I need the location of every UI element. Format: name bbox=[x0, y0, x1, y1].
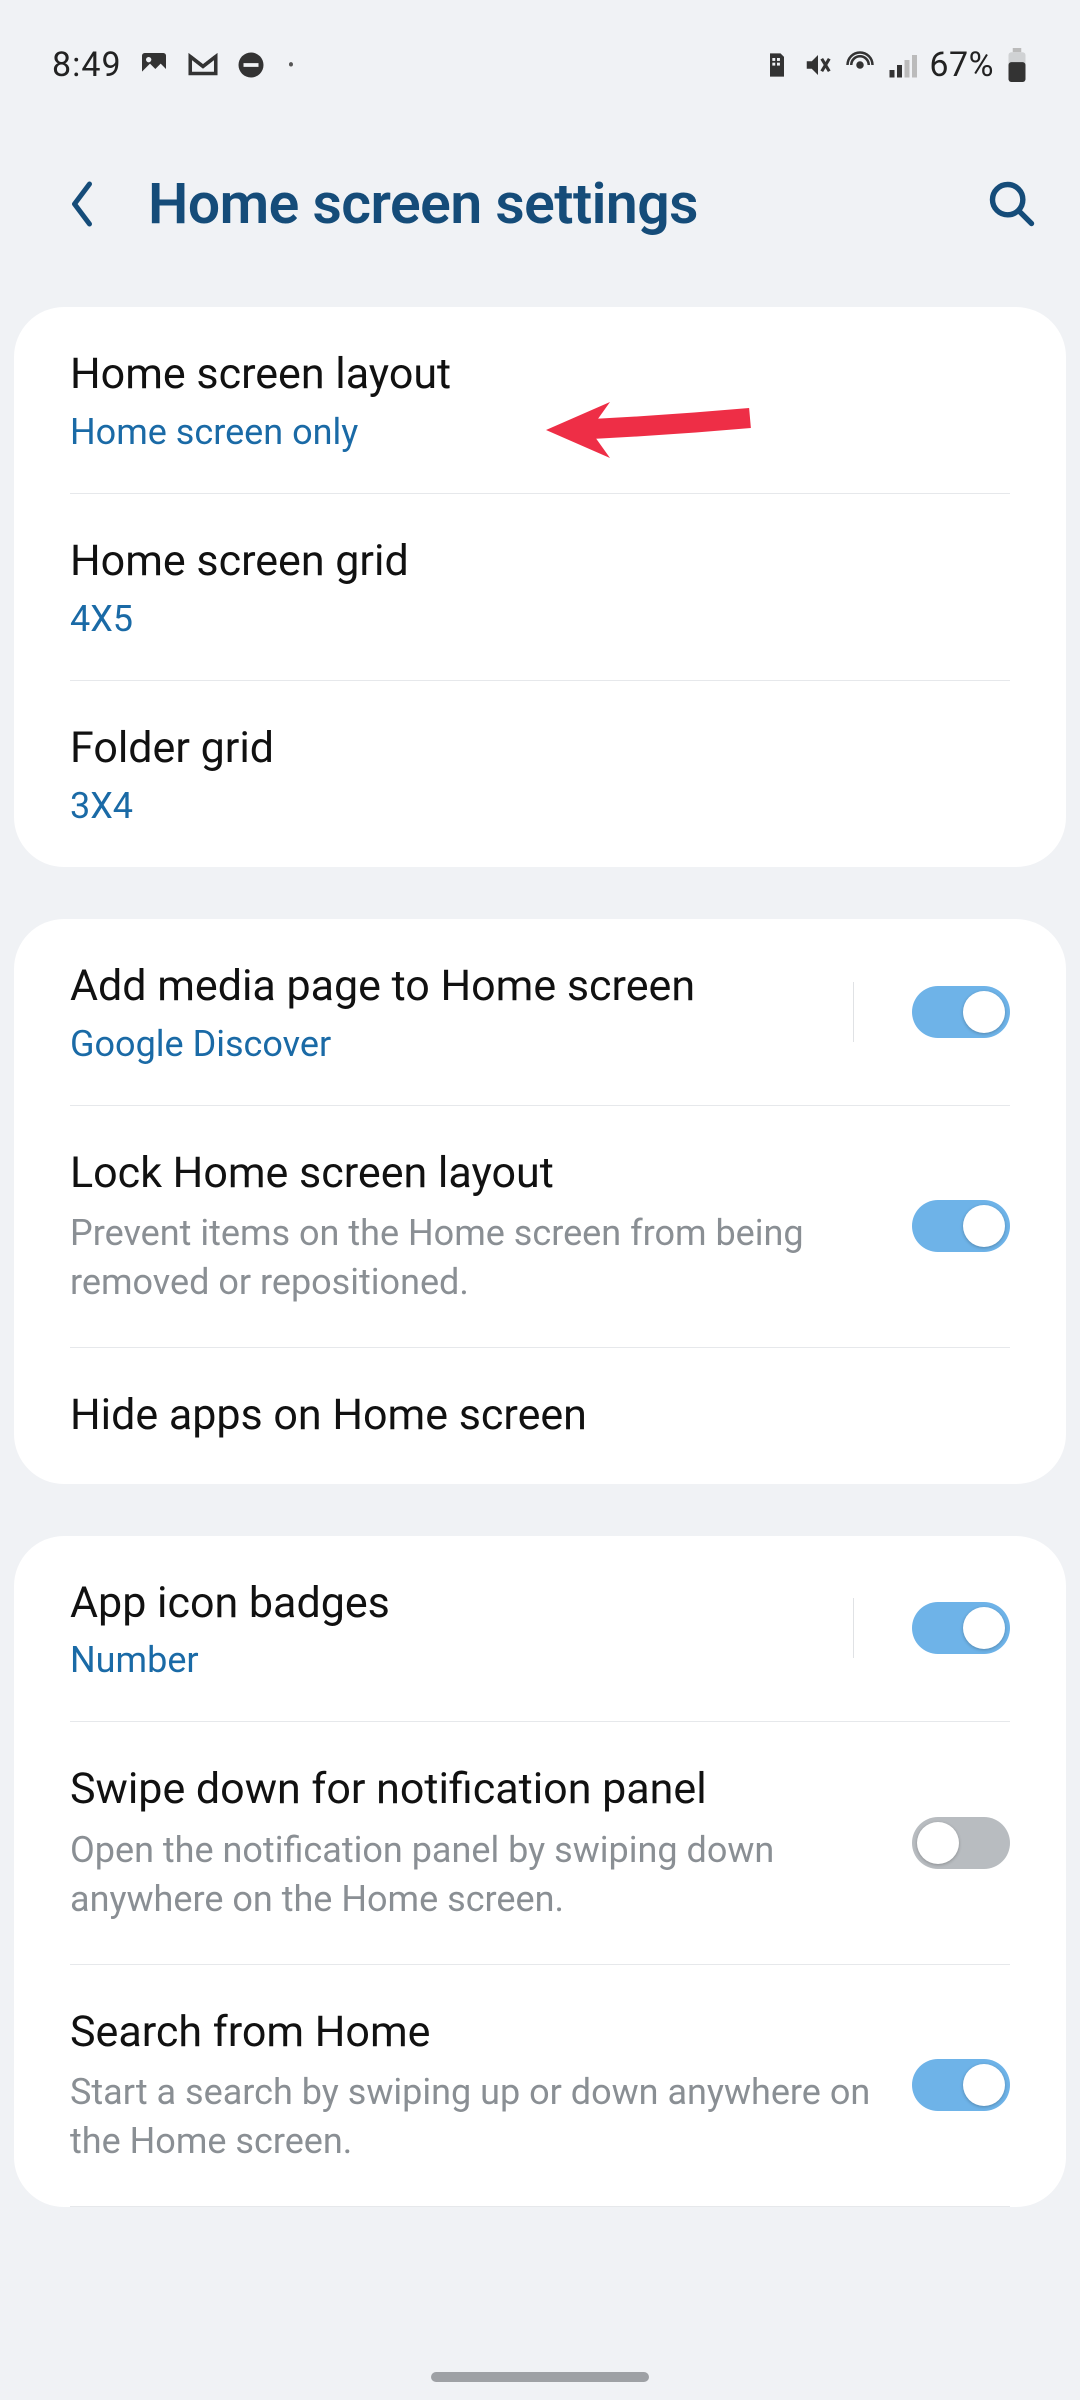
page-header: Home screen settings bbox=[0, 100, 1080, 307]
item-app-icon-badges[interactable]: App icon badges Number bbox=[14, 1536, 1066, 1722]
toggle-lock-home-layout[interactable] bbox=[912, 1200, 1010, 1252]
toggle-separator bbox=[853, 1598, 1010, 1658]
item-title: Add media page to Home screen bbox=[70, 959, 823, 1015]
item-lock-home-layout[interactable]: Lock Home screen layout Prevent items on… bbox=[14, 1106, 1066, 1347]
item-description: Open the notification panel by swiping d… bbox=[70, 1826, 882, 1923]
settings-card-layout: Home screen layout Home screen only Home… bbox=[14, 307, 1066, 867]
chevron-left-icon bbox=[67, 178, 97, 230]
toggle-search-from-home[interactable] bbox=[912, 2059, 1010, 2111]
item-title: App icon badges bbox=[70, 1576, 823, 1632]
item-subtitle: Home screen only bbox=[70, 411, 1010, 453]
toggle-swipe-down-notification[interactable] bbox=[912, 1817, 1010, 1869]
mute-icon bbox=[803, 50, 833, 80]
item-home-screen-layout[interactable]: Home screen layout Home screen only bbox=[14, 307, 1066, 493]
more-dot-icon: • bbox=[288, 53, 295, 77]
item-description: Prevent items on the Home screen from be… bbox=[70, 1209, 882, 1306]
item-title: Swipe down for notification panel bbox=[70, 1762, 882, 1818]
search-icon bbox=[986, 178, 1038, 230]
item-swipe-down-notification[interactable]: Swipe down for notification panel Open t… bbox=[14, 1722, 1066, 1963]
gesture-handle[interactable] bbox=[431, 2372, 649, 2382]
item-subtitle: Number bbox=[70, 1639, 823, 1681]
item-title: Home screen grid bbox=[70, 534, 1010, 590]
item-subtitle: Google Discover bbox=[70, 1023, 823, 1065]
item-subtitle: 3X4 bbox=[70, 785, 1010, 827]
search-button[interactable] bbox=[984, 176, 1040, 232]
divider bbox=[70, 2206, 1010, 2207]
item-title: Hide apps on Home screen bbox=[70, 1388, 1010, 1444]
item-hide-apps[interactable]: Hide apps on Home screen bbox=[14, 1348, 1066, 1484]
sim-icon bbox=[763, 51, 791, 79]
item-home-screen-grid[interactable]: Home screen grid 4X5 bbox=[14, 494, 1066, 680]
item-search-from-home[interactable]: Search from Home Start a search by swipi… bbox=[14, 1965, 1066, 2206]
item-title: Folder grid bbox=[70, 721, 1010, 777]
toggle-app-icon-badges[interactable] bbox=[912, 1602, 1010, 1654]
item-title: Home screen layout bbox=[70, 347, 1010, 403]
toggle-add-media-page[interactable] bbox=[912, 986, 1010, 1038]
settings-card-misc: App icon badges Number Swipe down for no… bbox=[14, 1536, 1066, 2207]
status-left: 8:49 • bbox=[52, 45, 294, 85]
item-folder-grid[interactable]: Folder grid 3X4 bbox=[14, 681, 1066, 867]
status-bar: 8:49 • 67% bbox=[0, 0, 1080, 100]
page-title: Home screen settings bbox=[148, 170, 984, 237]
back-button[interactable] bbox=[60, 174, 104, 234]
item-add-media-page[interactable]: Add media page to Home screen Google Dis… bbox=[14, 919, 1066, 1105]
item-title: Search from Home bbox=[70, 2005, 882, 2061]
item-subtitle: 4X5 bbox=[70, 598, 1010, 640]
battery-percent: 67% bbox=[929, 45, 994, 85]
status-right: 67% bbox=[763, 45, 1028, 85]
settings-card-behavior: Add media page to Home screen Google Dis… bbox=[14, 919, 1066, 1484]
status-time: 8:49 bbox=[52, 45, 122, 85]
item-description: Start a search by swiping up or down any… bbox=[70, 2068, 882, 2165]
battery-icon bbox=[1006, 48, 1028, 82]
hotspot-icon bbox=[845, 50, 875, 80]
dnd-icon bbox=[236, 50, 266, 80]
item-title: Lock Home screen layout bbox=[70, 1146, 882, 1202]
toggle-separator bbox=[853, 982, 1010, 1042]
image-icon bbox=[138, 49, 170, 81]
signal-icon bbox=[887, 50, 917, 80]
gmail-icon bbox=[186, 48, 220, 82]
